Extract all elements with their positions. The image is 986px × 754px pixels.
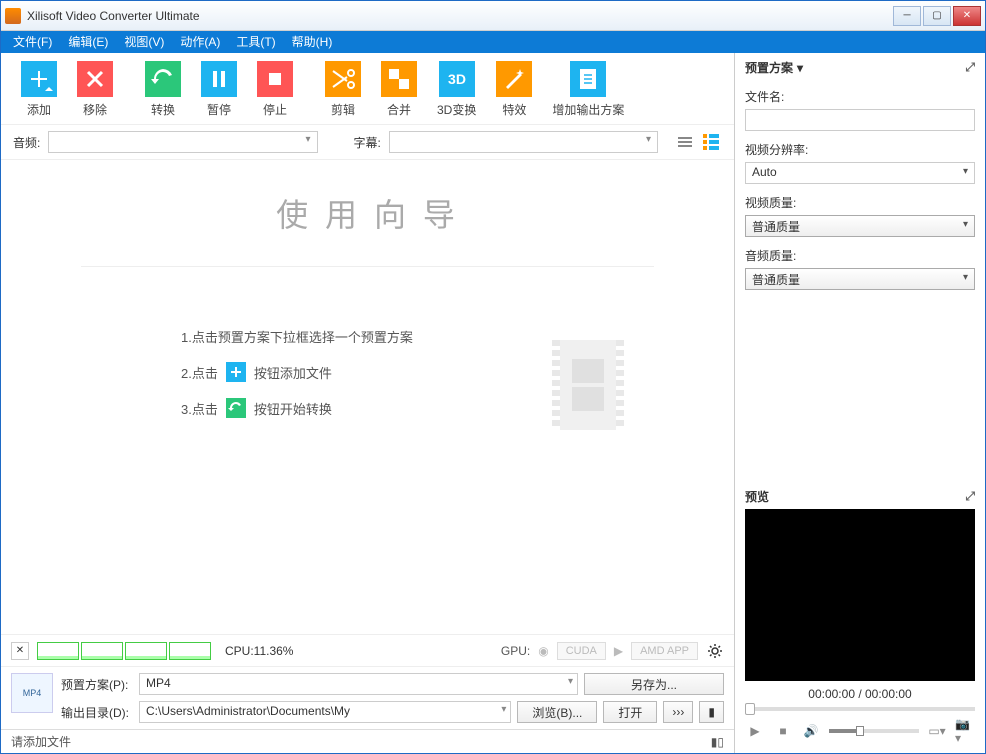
filename-label: 文件名: — [745, 88, 975, 105]
subtitle-dropdown[interactable] — [389, 131, 658, 153]
grid-icon — [703, 134, 719, 150]
wand-icon — [496, 61, 532, 97]
wizard-step-3: 3.点击 按钮开始转换 — [181, 398, 714, 418]
cuda-badge[interactable]: CUDA — [557, 642, 606, 660]
video-quality-dropdown[interactable]: 普通质量 — [745, 215, 975, 237]
toolbar: 添加 移除 转换 暂停 停止 — [1, 53, 734, 125]
svg-text:3D: 3D — [448, 71, 466, 87]
status-message: 请添加文件 — [11, 733, 71, 750]
dock-button[interactable]: ▮ — [699, 701, 724, 723]
refresh-icon — [145, 61, 181, 97]
selectors-row: 音频: 字幕: — [1, 125, 734, 160]
filename-input[interactable] — [745, 109, 975, 131]
status-row: ✕ CPU:11.36% GPU: ◉ CUDA ▶ AMD APP — [1, 634, 734, 666]
minimize-button[interactable]: ─ — [893, 6, 921, 26]
threed-button[interactable]: 3D 3D变换 — [427, 61, 486, 118]
snapshot-button[interactable]: 📷▾ — [955, 721, 975, 741]
profile-add-icon — [570, 61, 606, 97]
volume-slider[interactable] — [829, 729, 919, 733]
output-dropdown[interactable]: C:\Users\Administrator\Documents\My — [139, 701, 511, 723]
preview-header: 预览 ⤢ — [745, 484, 975, 509]
list-icon — [678, 137, 692, 147]
film-placeholder — [552, 340, 624, 430]
video-quality-label: 视频质量: — [745, 194, 975, 211]
chevron-down-icon[interactable]: ▾ — [797, 61, 803, 75]
plus-icon — [21, 61, 57, 97]
progress-slider[interactable] — [745, 707, 975, 711]
clip-button[interactable]: ▭▾ — [927, 721, 947, 741]
add-profile-button[interactable]: 增加输出方案 — [542, 61, 634, 118]
subtitle-label: 字幕: — [354, 134, 381, 151]
gear-icon[interactable] — [706, 642, 724, 660]
maximize-button[interactable]: ▢ — [923, 6, 951, 26]
amd-badge[interactable]: AMD APP — [631, 642, 698, 660]
merge-button[interactable]: 合并 — [371, 61, 427, 118]
resolution-dropdown[interactable]: Auto — [745, 162, 975, 184]
open-button[interactable]: 打开 — [603, 701, 657, 723]
profile-dropdown[interactable]: MP4 — [139, 673, 578, 695]
pause-button[interactable]: 暂停 — [191, 61, 247, 118]
menu-help[interactable]: 帮助(H) — [284, 31, 341, 53]
plus-small-icon — [226, 362, 246, 382]
menu-action[interactable]: 动作(A) — [172, 31, 228, 53]
amd-icon: ▶ — [614, 644, 623, 658]
stop-playback-button[interactable]: ■ — [773, 721, 793, 741]
grid-view-button[interactable] — [700, 131, 722, 153]
preview-expand-icon[interactable]: ⤢ — [965, 489, 975, 504]
content-area: 使 用 向 导 1.点击预置方案下拉框选择一个预置方案 2.点击 按钮添加文件 … — [1, 160, 734, 634]
merge-icon — [381, 61, 417, 97]
layout-toggle-icon[interactable]: ▮▯ — [711, 735, 724, 749]
output-label: 输出目录(D): — [61, 704, 133, 721]
statusbar: 请添加文件 ▮▯ — [1, 729, 734, 753]
effect-button[interactable]: 特效 — [486, 61, 542, 118]
cpu-text: CPU:11.36% — [225, 644, 293, 658]
play-button[interactable]: ▶ — [745, 721, 765, 741]
cpu-graph — [37, 642, 211, 660]
browse-button[interactable]: 浏览(B)... — [517, 701, 597, 723]
audio-label: 音频: — [13, 134, 40, 151]
menu-tools[interactable]: 工具(T) — [228, 31, 283, 53]
x-icon — [77, 61, 113, 97]
scissors-icon — [325, 61, 361, 97]
audio-quality-label: 音频质量: — [745, 247, 975, 264]
right-panel: 预置方案 ▾ ⤢ 文件名: 视频分辨率: Auto 视频质量: 普通质量 音频质… — [735, 53, 985, 753]
remove-button[interactable]: 移除 — [67, 61, 123, 118]
menu-edit[interactable]: 编辑(E) — [60, 31, 116, 53]
window-title: Xilisoft Video Converter Ultimate — [27, 9, 893, 23]
preset-header: 预置方案 ▾ ⤢ — [735, 53, 985, 82]
stop-button[interactable]: 停止 — [247, 61, 303, 118]
cut-button[interactable]: 剪辑 — [315, 61, 371, 118]
wizard-step-1: 1.点击预置方案下拉框选择一个预置方案 — [181, 327, 714, 346]
time-display: 00:00:00 / 00:00:00 — [745, 687, 975, 701]
profile-label: 预置方案(P): — [61, 676, 133, 693]
volume-icon[interactable]: 🔊 — [801, 721, 821, 741]
save-as-button[interactable]: 另存为... — [584, 673, 724, 695]
stop-icon — [257, 61, 293, 97]
more-button[interactable]: ››› — [663, 701, 693, 723]
threed-icon: 3D — [439, 61, 475, 97]
menu-file[interactable]: 文件(F) — [5, 31, 60, 53]
audio-quality-dropdown[interactable]: 普通质量 — [745, 268, 975, 290]
preview-video — [745, 509, 975, 681]
audio-dropdown[interactable] — [48, 131, 317, 153]
wizard-title: 使 用 向 导 — [21, 190, 714, 236]
gpu-text: GPU: — [501, 644, 530, 658]
menu-view[interactable]: 视图(V) — [116, 31, 172, 53]
file-type-icon: MP4 — [11, 673, 53, 713]
add-button[interactable]: 添加 — [11, 61, 67, 118]
bottom-panel: MP4 预置方案(P): MP4 另存为... 输出目录(D): C:\User… — [1, 666, 734, 729]
nvidia-icon: ◉ — [538, 644, 548, 658]
refresh-small-icon — [226, 398, 246, 418]
close-button[interactable]: ✕ — [953, 6, 981, 26]
app-icon — [5, 8, 21, 24]
close-graph-button[interactable]: ✕ — [11, 642, 29, 660]
pause-icon — [201, 61, 237, 97]
list-view-button[interactable] — [674, 131, 696, 153]
expand-icon[interactable]: ⤢ — [965, 60, 975, 75]
titlebar: Xilisoft Video Converter Ultimate ─ ▢ ✕ — [1, 1, 985, 31]
wizard-step-2: 2.点击 按钮添加文件 — [181, 362, 714, 382]
convert-button[interactable]: 转换 — [135, 61, 191, 118]
resolution-label: 视频分辨率: — [745, 141, 975, 158]
menubar: 文件(F) 编辑(E) 视图(V) 动作(A) 工具(T) 帮助(H) — [1, 31, 985, 53]
